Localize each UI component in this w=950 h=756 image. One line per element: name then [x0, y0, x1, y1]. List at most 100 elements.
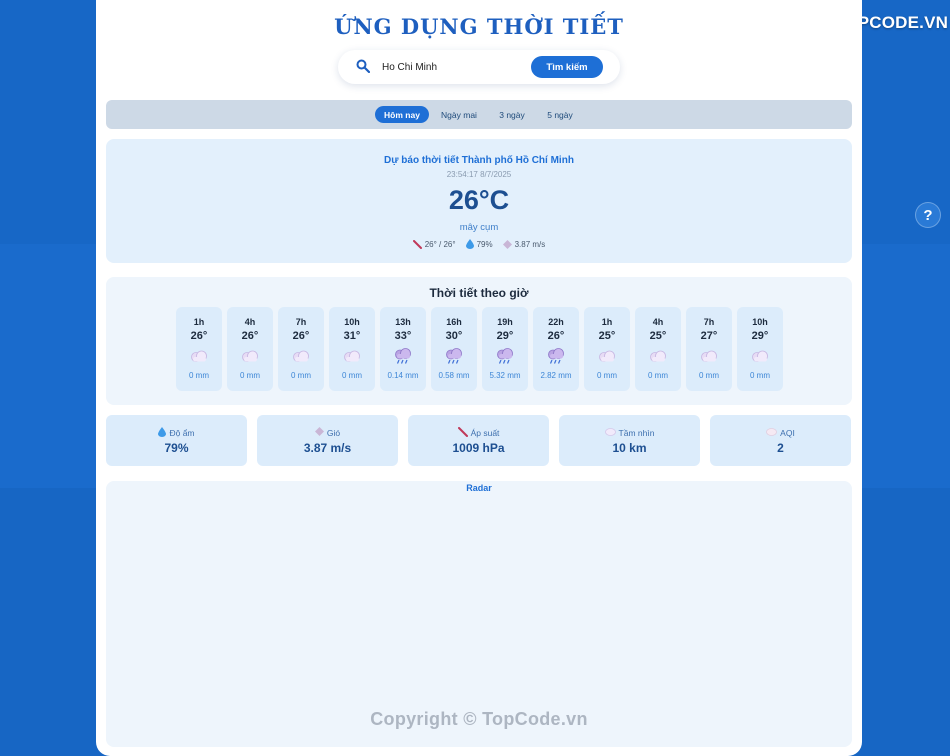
stat-label-row: Gió	[257, 427, 398, 438]
stat-card: Độ ẩm 79%	[106, 415, 247, 466]
copyright-text: Copyright © TopCode.vn	[370, 709, 588, 729]
hourly-item: 22h 26° 2.82 mm	[533, 307, 579, 391]
hour-temperature: 26°	[241, 330, 259, 342]
hour-temperature: 30°	[445, 330, 463, 342]
stat-label-row: AQI	[710, 427, 851, 438]
help-button[interactable]: ?	[915, 202, 941, 228]
hour-rainfall: 0 mm	[597, 371, 617, 380]
forecast-location: Dự báo thời tiết Thành phố Hồ Chí Minh	[384, 155, 574, 166]
tab-today[interactable]: Hôm nay	[375, 106, 429, 123]
droplet-icon	[465, 239, 474, 249]
tab-tomorrow[interactable]: Ngày mai	[438, 106, 480, 123]
stat-value: 1009 hPa	[452, 441, 505, 455]
radar-panel: Radar Copyright © TopCode.vn	[106, 481, 852, 747]
hour-rainfall: 0 mm	[699, 371, 719, 380]
current-temperature: 26°C	[448, 185, 510, 215]
cloud-icon	[597, 348, 617, 364]
hour-label: 7h	[295, 317, 307, 327]
rain-cloud-icon	[444, 348, 464, 364]
stat-value: 3.87 m/s	[303, 441, 352, 455]
hour-label: 4h	[652, 317, 664, 327]
cloud-icon	[750, 348, 770, 364]
tab-5-days[interactable]: 5 ngày	[542, 106, 578, 123]
hourly-title: Thời tiết theo giờ	[429, 286, 529, 300]
stat-value: 10 km	[612, 441, 647, 455]
hour-label: 22h	[548, 317, 564, 327]
cloud-icon	[240, 348, 260, 364]
hourly-item: 10h 29° 0 mm	[737, 307, 783, 391]
hour-temperature: 26°	[190, 330, 208, 342]
hourly-forecast-panel: Thời tiết theo giờ 1h 26° 0 mm 4h 26° 0 mm 7h 2…	[106, 277, 852, 405]
hourly-item: 10h 31° 0 mm	[329, 307, 375, 391]
hour-rainfall: 0 mm	[342, 371, 362, 380]
hour-temperature: 29°	[751, 330, 769, 342]
search-bar: Tìm kiếm	[338, 50, 620, 84]
hour-label: 1h	[193, 317, 205, 327]
search-button[interactable]: Tìm kiếm	[531, 56, 603, 78]
hour-temperature: 33°	[394, 330, 412, 342]
hour-temperature: 29°	[496, 330, 514, 342]
search-icon	[356, 59, 370, 73]
hour-temperature: 25°	[598, 330, 616, 342]
hourly-item: 13h 33° 0.14 mm	[380, 307, 426, 391]
tab-3-days[interactable]: 3 ngày	[494, 106, 530, 123]
droplet-icon	[158, 427, 167, 439]
hour-label: 13h	[395, 317, 411, 327]
cloud-icon	[648, 348, 668, 364]
forecast-tabs: Hôm nay Ngày mai 3 ngày 5 ngày	[106, 100, 852, 129]
hour-label: 10h	[752, 317, 768, 327]
hour-rainfall: 0.14 mm	[387, 371, 419, 380]
hour-rainfall: 0 mm	[291, 371, 311, 380]
stat-label-row: Áp suất	[408, 427, 549, 439]
stat-label: Áp suất	[470, 428, 500, 438]
eye-icon	[604, 427, 616, 438]
wind-icon	[502, 239, 512, 249]
rain-cloud-icon	[393, 348, 413, 364]
current-humidity: 79%	[476, 239, 493, 249]
radar-title: Radar	[466, 483, 492, 493]
hour-rainfall: 0.58 mm	[438, 371, 470, 380]
hourly-item: 4h 25° 0 mm	[635, 307, 681, 391]
thermometer-icon	[412, 239, 422, 249]
cloud-icon	[342, 348, 362, 364]
stat-label: Độ ẩm	[169, 428, 195, 438]
stat-label: Tầm nhìn	[618, 427, 655, 438]
gauge-icon	[457, 427, 468, 439]
hourly-item: 7h 27° 0 mm	[686, 307, 732, 391]
hourly-item: 7h 26° 0 mm	[278, 307, 324, 391]
hour-label: 16h	[446, 317, 462, 327]
stat-card: AQI 2	[710, 415, 851, 466]
hour-rainfall: 5.32 mm	[489, 371, 521, 380]
stat-card: Gió 3.87 m/s	[257, 415, 398, 466]
hour-temperature: 27°	[700, 330, 718, 342]
app-card: ỨNG DỤNG THỜI TIẾT Tìm kiếm Hôm nay Ngày…	[96, 0, 862, 756]
hour-rainfall: 0 mm	[750, 371, 770, 380]
hour-label: 1h	[601, 317, 613, 327]
rain-cloud-icon	[546, 348, 566, 364]
stat-label: AQI	[780, 427, 795, 438]
hour-label: 19h	[497, 317, 513, 327]
current-stats: 26° / 26° 79% 3.87 m/s	[106, 239, 852, 249]
search-input[interactable]	[382, 58, 522, 76]
hour-temperature: 26°	[292, 330, 310, 342]
rain-cloud-icon	[495, 348, 515, 364]
weather-description: mây cụm	[459, 222, 499, 233]
hourly-item: 4h 26° 0 mm	[227, 307, 273, 391]
temperature-range: 26° / 26°	[424, 239, 456, 249]
hour-rainfall: 2.82 mm	[540, 371, 572, 380]
hour-label: 4h	[244, 317, 256, 327]
hourly-list: 1h 26° 0 mm 4h 26° 0 mm 7h 26° 0 mm 10h 31° 0 mm 13h…	[176, 307, 783, 391]
hour-rainfall: 0 mm	[240, 371, 260, 380]
stats-row: Độ ẩm 79% Gió 3.87 m/s Áp suất 1009 hPa Tầm nh…	[106, 415, 851, 466]
current-weather-panel: Dự báo thời tiết Thành phố Hồ Chí Minh 2…	[106, 139, 852, 263]
forecast-time: 23:54:17 8/7/2025	[446, 170, 512, 179]
hour-label: 10h	[344, 317, 360, 327]
stat-label-row: Tầm nhìn	[559, 427, 700, 438]
hour-rainfall: 0 mm	[648, 371, 668, 380]
cloud-icon	[189, 348, 209, 364]
wind-icon	[314, 427, 324, 438]
hour-temperature: 31°	[343, 330, 361, 342]
hour-rainfall: 0 mm	[189, 371, 209, 380]
hourly-item: 1h 26° 0 mm	[176, 307, 222, 391]
cloud-icon	[699, 348, 719, 364]
